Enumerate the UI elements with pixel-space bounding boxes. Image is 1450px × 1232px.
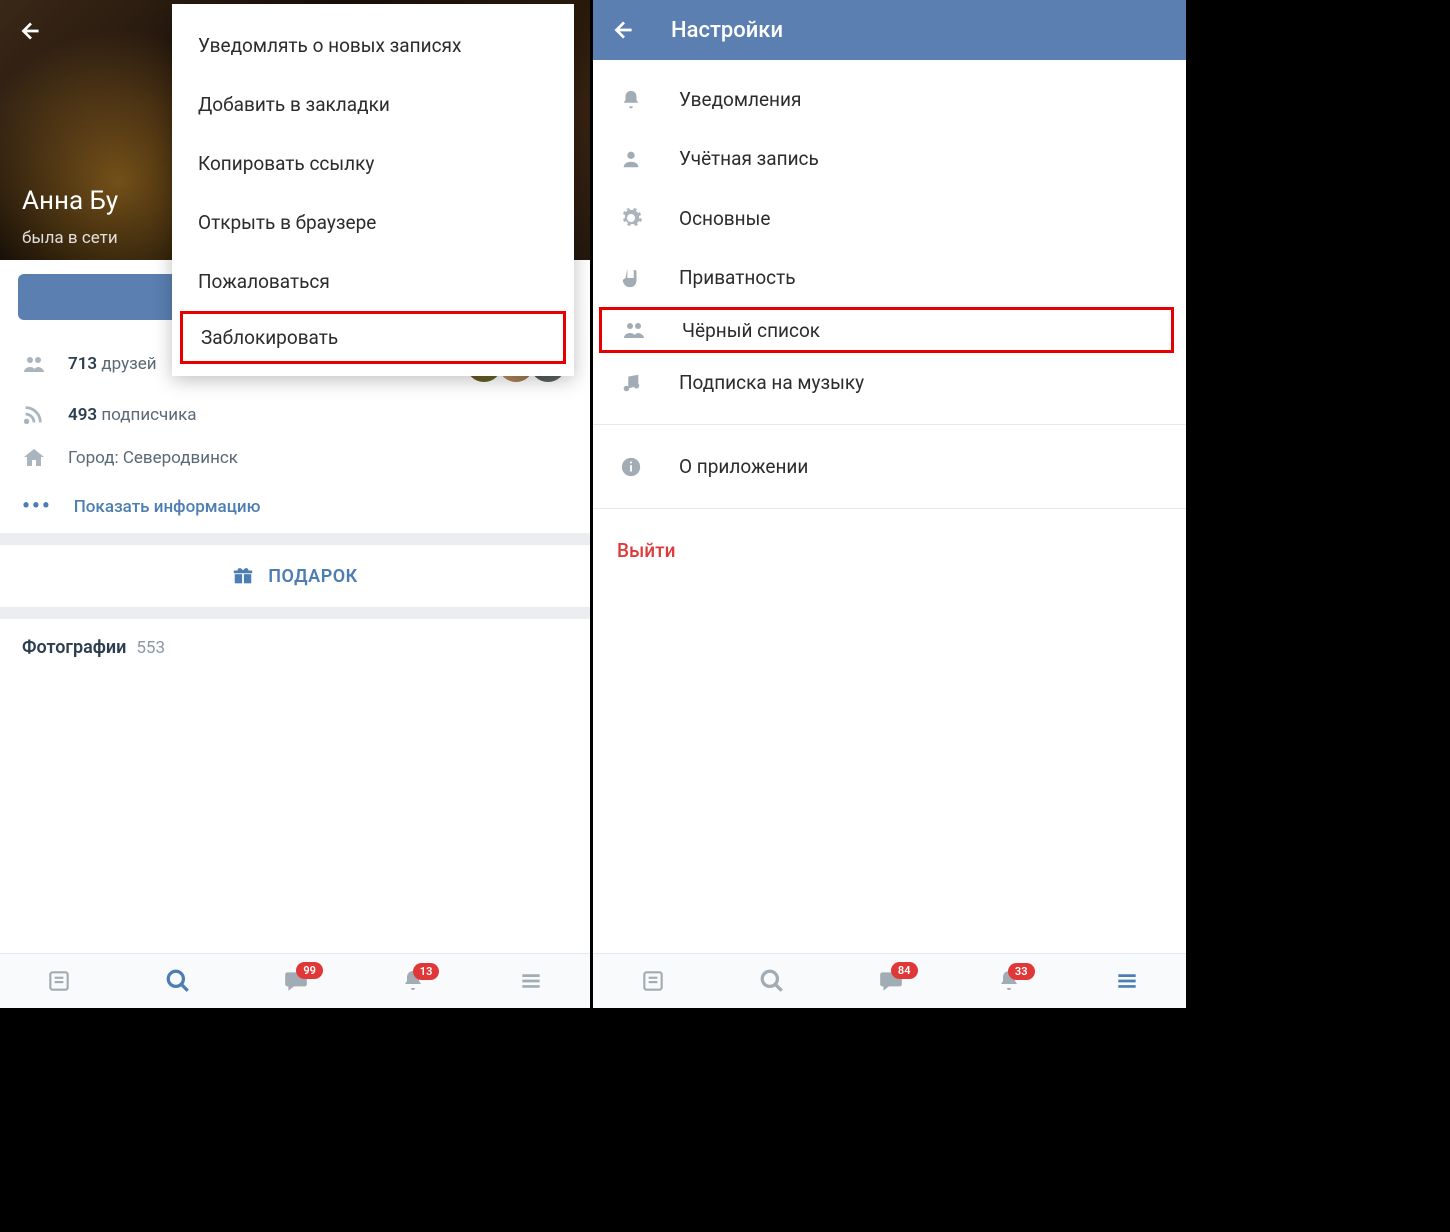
notifications-badge: 33 xyxy=(1008,963,1035,980)
nav-menu-icon[interactable] xyxy=(1114,968,1140,994)
photos-section[interactable]: Фотографии 553 xyxy=(0,619,590,676)
settings-label: Чёрный список xyxy=(682,319,820,342)
menu-item-block[interactable]: Заблокировать xyxy=(183,314,563,361)
nav-notifications-icon[interactable]: 33 xyxy=(997,969,1021,993)
separator xyxy=(593,424,1186,425)
bottom-nav: 84 33 xyxy=(593,953,1186,1008)
back-arrow-icon[interactable] xyxy=(18,18,44,44)
gift-label: ПОДАРОК xyxy=(268,566,358,587)
settings-label: Уведомления xyxy=(679,88,801,111)
show-info-button[interactable]: ••• Показать информацию xyxy=(0,480,590,533)
profile-dropdown-menu: Уведомлять о новых записях Добавить в за… xyxy=(172,4,574,376)
photos-label: Фотографии xyxy=(22,637,126,658)
settings-item-blacklist[interactable]: Чёрный список xyxy=(602,310,1171,350)
settings-item-general[interactable]: Основные xyxy=(593,188,1186,248)
settings-label: Учётная запись xyxy=(679,147,819,170)
users-icon xyxy=(620,318,648,342)
nav-messages-icon[interactable]: 84 xyxy=(878,968,904,994)
menu-item-notify[interactable]: Уведомлять о новых записях xyxy=(172,16,574,75)
separator xyxy=(0,533,590,545)
user-icon xyxy=(617,148,645,170)
gift-icon xyxy=(232,565,254,587)
hand-icon xyxy=(617,267,645,289)
nav-messages-icon[interactable]: 99 xyxy=(283,968,309,994)
bottom-nav: 99 13 xyxy=(0,953,590,1008)
toolbar: Настройки xyxy=(593,0,1186,60)
highlight-annotation: Заблокировать xyxy=(180,311,566,364)
info-icon xyxy=(617,456,645,478)
menu-item-open-browser[interactable]: Открыть в браузере xyxy=(172,193,574,252)
settings-list: Уведомления Учётная запись Основные xyxy=(593,60,1186,580)
nav-feed-icon[interactable] xyxy=(46,968,72,994)
separator xyxy=(0,607,590,619)
followers-text: 493 подписчика xyxy=(68,405,197,425)
separator xyxy=(593,508,1186,509)
messages-badge: 84 xyxy=(891,962,918,979)
settings-label: Основные xyxy=(679,207,770,230)
home-icon xyxy=(22,446,46,470)
rss-icon xyxy=(22,404,46,426)
photos-count: 553 xyxy=(136,638,165,658)
friends-icon xyxy=(22,352,46,376)
settings-item-account[interactable]: Учётная запись xyxy=(593,129,1186,188)
highlight-annotation: Чёрный список xyxy=(599,307,1174,353)
settings-item-about[interactable]: О приложении xyxy=(593,437,1186,496)
profile-name: Анна Бу xyxy=(22,186,118,216)
menu-item-bookmark[interactable]: Добавить в закладки xyxy=(172,75,574,134)
music-icon xyxy=(617,372,645,394)
friends-text: 713 друзей xyxy=(68,354,157,374)
show-info-label: Показать информацию xyxy=(74,497,261,517)
menu-item-copy-link[interactable]: Копировать ссылку xyxy=(172,134,574,193)
city-text: Город: Северодвинск xyxy=(68,448,238,468)
nav-feed-icon[interactable] xyxy=(640,968,666,994)
logout-button[interactable]: Выйти xyxy=(593,521,1186,580)
nav-search-icon[interactable] xyxy=(165,968,191,994)
nav-search-icon[interactable] xyxy=(759,968,785,994)
gear-icon xyxy=(617,206,645,230)
notifications-badge: 13 xyxy=(413,963,440,980)
nav-menu-icon[interactable] xyxy=(518,968,544,994)
followers-row[interactable]: 493 подписчика xyxy=(0,394,590,436)
settings-item-privacy[interactable]: Приватность xyxy=(593,248,1186,307)
settings-item-music[interactable]: Подписка на музыку xyxy=(593,353,1186,412)
settings-label: Подписка на музыку xyxy=(679,371,864,394)
settings-label: Приватность xyxy=(679,266,796,289)
settings-screen: Настройки Уведомления Учётная запись xyxy=(593,0,1186,1008)
bell-icon xyxy=(617,89,645,111)
menu-item-report[interactable]: Пожаловаться xyxy=(172,252,574,311)
gift-button[interactable]: ПОДАРОК xyxy=(0,545,590,607)
dots-icon: ••• xyxy=(22,494,52,519)
settings-item-notifications[interactable]: Уведомления xyxy=(593,70,1186,129)
profile-screen: Анна Бу была в сети Сообще 713 друзей 49… xyxy=(0,0,593,1008)
city-row[interactable]: Город: Северодвинск xyxy=(0,436,590,480)
profile-status: была в сети xyxy=(22,228,118,248)
nav-notifications-icon[interactable]: 13 xyxy=(401,969,425,993)
toolbar-title: Настройки xyxy=(671,18,783,43)
messages-badge: 99 xyxy=(296,962,323,979)
settings-label: О приложении xyxy=(679,455,808,478)
back-arrow-icon[interactable] xyxy=(611,17,637,43)
